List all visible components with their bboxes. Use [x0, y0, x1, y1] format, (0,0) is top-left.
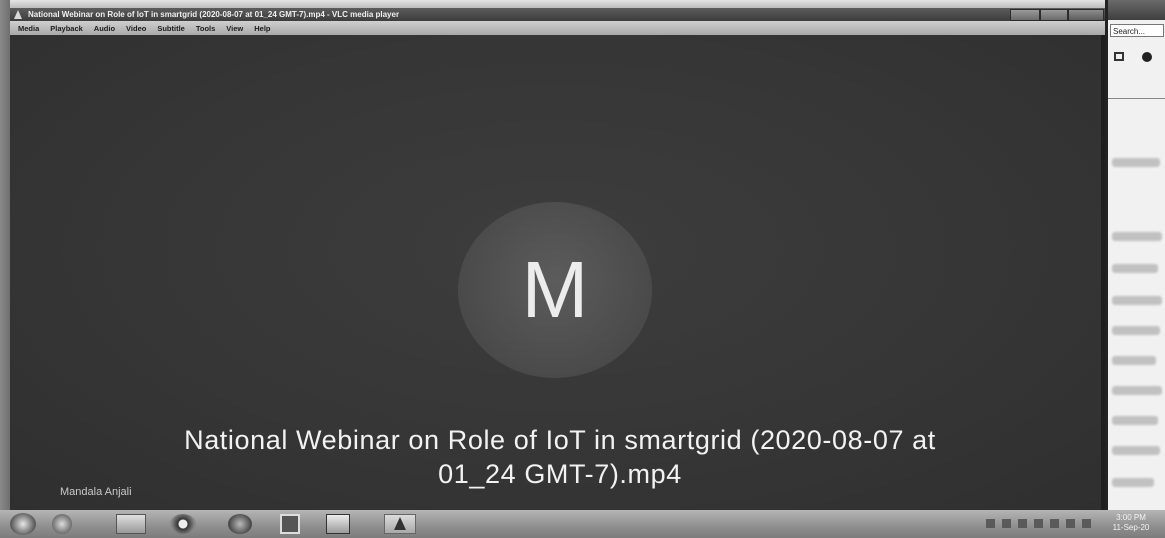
vlc-title-bar[interactable]: National Webinar on Role of IoT in smart… [10, 8, 1105, 21]
maximize-button[interactable] [1040, 9, 1068, 21]
clock-time: 3:00 PM [1116, 513, 1146, 522]
volume-icon[interactable] [1018, 519, 1027, 528]
window-title: National Webinar on Role of IoT in smart… [28, 10, 400, 19]
blurred-text-fragment [1112, 296, 1162, 305]
media-player-icon[interactable] [280, 514, 300, 534]
tray-app-icon[interactable] [1082, 519, 1091, 528]
avatar-letter: M [521, 245, 589, 334]
blurred-text-fragment [1112, 232, 1162, 241]
blurred-text-fragment [1112, 326, 1160, 335]
video-display[interactable]: M National Webinar on Role of IoT in sma… [10, 35, 1105, 510]
participant-avatar: M [458, 202, 652, 378]
participant-name: Mandala Anjali [60, 486, 132, 498]
blurred-text-fragment [1112, 416, 1158, 425]
menu-audio[interactable]: Audio [94, 24, 115, 33]
battery-icon[interactable] [1034, 519, 1043, 528]
start-orb-icon[interactable] [10, 513, 36, 535]
window-icon[interactable] [1114, 52, 1124, 61]
scan-top-border [0, 0, 1165, 8]
search-input[interactable]: Search... [1110, 24, 1164, 37]
blurred-text-fragment [1112, 478, 1154, 487]
blurred-text-fragment [1112, 386, 1162, 395]
taskbar: 3:00 PM 11-Sep-20 [0, 510, 1165, 538]
blurred-text-fragment [1112, 264, 1158, 273]
document-icon[interactable] [326, 514, 350, 534]
menu-view[interactable]: View [226, 24, 243, 33]
menu-tools[interactable]: Tools [196, 24, 215, 33]
background-window-titlebar[interactable] [1108, 0, 1165, 20]
vlc-cone-icon[interactable] [14, 10, 22, 19]
video-title-overlay: National Webinar on Role of IoT in smart… [30, 423, 1090, 491]
menu-bar: Media Playback Audio Video Subtitle Tool… [10, 21, 1105, 35]
scan-left-border [0, 0, 10, 538]
clock-date: 11-Sep-20 [1112, 523, 1150, 532]
menu-playback[interactable]: Playback [50, 24, 83, 33]
divider [1108, 98, 1165, 99]
network-icon[interactable] [1002, 519, 1011, 528]
record-icon[interactable] [1142, 52, 1152, 62]
minimize-button[interactable] [1010, 9, 1040, 21]
caption-line-1: National Webinar on Role of IoT in smart… [184, 425, 936, 455]
system-clock[interactable]: 3:00 PM 11-Sep-20 [1100, 513, 1162, 533]
menu-video[interactable]: Video [126, 24, 146, 33]
flag-icon[interactable] [1050, 519, 1059, 528]
internet-explorer-icon[interactable] [52, 514, 72, 534]
blurred-text-fragment [1112, 158, 1160, 167]
blurred-text-fragment [1112, 446, 1160, 455]
close-button[interactable] [1068, 9, 1104, 21]
vlc-cone-icon [394, 517, 406, 530]
tray-arrow-icon[interactable] [986, 519, 995, 528]
caption-line-2: 01_24 GMT-7).mp4 [438, 459, 682, 489]
menu-media[interactable]: Media [18, 24, 39, 33]
background-window[interactable]: Search... [1105, 0, 1165, 510]
blurred-text-fragment [1112, 356, 1156, 365]
app-icon[interactable] [228, 514, 252, 534]
menu-help[interactable]: Help [254, 24, 270, 33]
tray-app-icon[interactable] [1066, 519, 1075, 528]
folder-icon[interactable] [116, 514, 146, 534]
vlc-taskbar-button[interactable] [384, 514, 416, 534]
chrome-icon[interactable] [170, 514, 196, 534]
menu-subtitle[interactable]: Subtitle [157, 24, 185, 33]
